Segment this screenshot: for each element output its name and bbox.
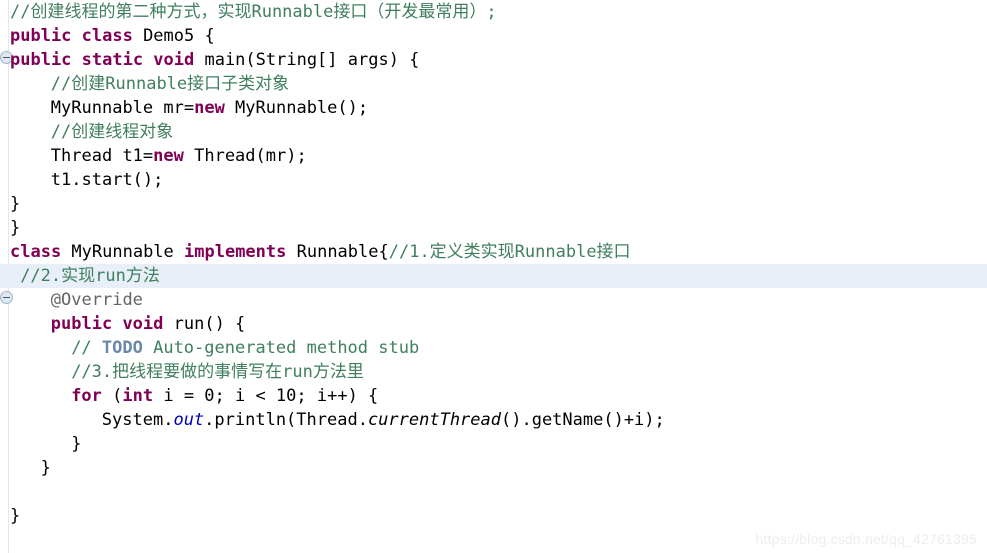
- code-token-plain: }: [71, 434, 82, 454]
- code-token-plain: }: [10, 218, 21, 238]
- code-line[interactable]: //2.实现run方法: [0, 264, 987, 288]
- code-token-cmt: //创建线程的第二种方式，实现Runnable接口（开发最常用）;: [10, 2, 497, 22]
- code-token-plain: i = 0; i < 10; i++) {: [153, 386, 379, 406]
- code-line[interactable]: }: [0, 504, 987, 528]
- code-line[interactable]: MyRunnable mr=new MyRunnable();: [0, 96, 987, 120]
- code-token-plain: Demo5 {: [132, 26, 215, 46]
- code-line[interactable]: System.out.println(Thread.currentThread(…: [0, 408, 987, 432]
- code-token-plain: Thread t1=: [50, 146, 154, 166]
- code-token-plain: }: [10, 506, 21, 526]
- code-text-area[interactable]: //创建线程的第二种方式，实现Runnable接口（开发最常用）; public …: [0, 0, 987, 553]
- code-line[interactable]: //创建Runnable接口子类对象: [0, 72, 987, 96]
- code-token-plain: MyRunnable: [61, 242, 185, 262]
- code-token-field: out: [173, 410, 205, 430]
- code-token-cmt: //创建线程对象: [50, 122, 174, 142]
- code-token-plain: run() {: [163, 314, 246, 334]
- code-token-todo: TODO: [101, 338, 143, 358]
- code-token-plain: .println(Thread.: [204, 410, 368, 430]
- code-token-kw: implements: [184, 242, 287, 262]
- code-token-cmt: //1.定义类实现Runnable接口: [388, 242, 631, 262]
- code-line[interactable]: for (int i = 0; i < 10; i++) {: [0, 384, 987, 408]
- code-line[interactable]: }: [0, 192, 987, 216]
- code-token-kw: int: [122, 386, 154, 406]
- code-token-kw: public void: [50, 314, 164, 334]
- code-editor[interactable]: //创建线程的第二种方式，实现Runnable接口（开发最常用）; public …: [0, 0, 987, 553]
- code-line[interactable]: class MyRunnable implements Runnable{//1…: [0, 240, 987, 264]
- code-token-plain: ().getName()+i);: [501, 410, 665, 430]
- code-token-kw: public static void: [10, 50, 195, 70]
- code-token-plain: Runnable{: [286, 242, 389, 262]
- code-token-plain: t1.start();: [50, 170, 164, 190]
- code-token-plain: }: [40, 458, 51, 478]
- code-line[interactable]: t1.start();: [0, 168, 987, 192]
- code-line[interactable]: public static void main(String[] args) {: [0, 48, 987, 72]
- code-line[interactable]: @Override: [0, 288, 987, 312]
- code-token-plain: main(String[] args) {: [194, 50, 420, 70]
- code-line[interactable]: Thread t1=new Thread(mr);: [0, 144, 987, 168]
- code-token-plain: MyRunnable mr=: [50, 98, 195, 118]
- code-line[interactable]: }: [0, 432, 987, 456]
- code-token-cmt: Auto-generated method stub: [142, 338, 420, 358]
- code-token-cmt: //3.把线程要做的事情写在run方法里: [71, 362, 364, 382]
- code-line[interactable]: }: [0, 216, 987, 240]
- code-line[interactable]: //3.把线程要做的事情写在run方法里: [0, 360, 987, 384]
- code-line[interactable]: }: [0, 456, 987, 480]
- code-token-statmeth: currentThread: [367, 410, 501, 430]
- code-token-cmt: //: [71, 338, 102, 358]
- code-line[interactable]: // TODO Auto-generated method stub: [0, 336, 987, 360]
- code-line[interactable]: public void run() {: [0, 312, 987, 336]
- code-line[interactable]: [0, 480, 987, 504]
- code-line[interactable]: //创建线程的第二种方式，实现Runnable接口（开发最常用）;: [0, 0, 987, 24]
- code-token-cmt: //2.实现run方法: [20, 266, 160, 286]
- code-token-plain: (: [101, 386, 123, 406]
- code-token-anno: @Override: [50, 290, 143, 310]
- code-token-plain: MyRunnable();: [224, 98, 369, 118]
- code-token-cmt: //创建Runnable接口子类对象: [50, 74, 290, 94]
- code-token-kw: class: [10, 242, 62, 262]
- code-line[interactable]: public class Demo5 {: [0, 24, 987, 48]
- code-token-kw: for: [71, 386, 102, 406]
- code-token-kw: new: [194, 98, 225, 118]
- code-token-plain: Thread(mr);: [183, 146, 307, 166]
- code-token-kw: public class: [10, 26, 133, 46]
- code-line[interactable]: //创建线程对象: [0, 120, 987, 144]
- code-token-plain: System.: [101, 410, 174, 430]
- code-token-kw: new: [153, 146, 184, 166]
- watermark-text: https://blog.csdn.net/qq_42761395: [755, 531, 977, 547]
- code-token-plain: }: [10, 194, 21, 214]
